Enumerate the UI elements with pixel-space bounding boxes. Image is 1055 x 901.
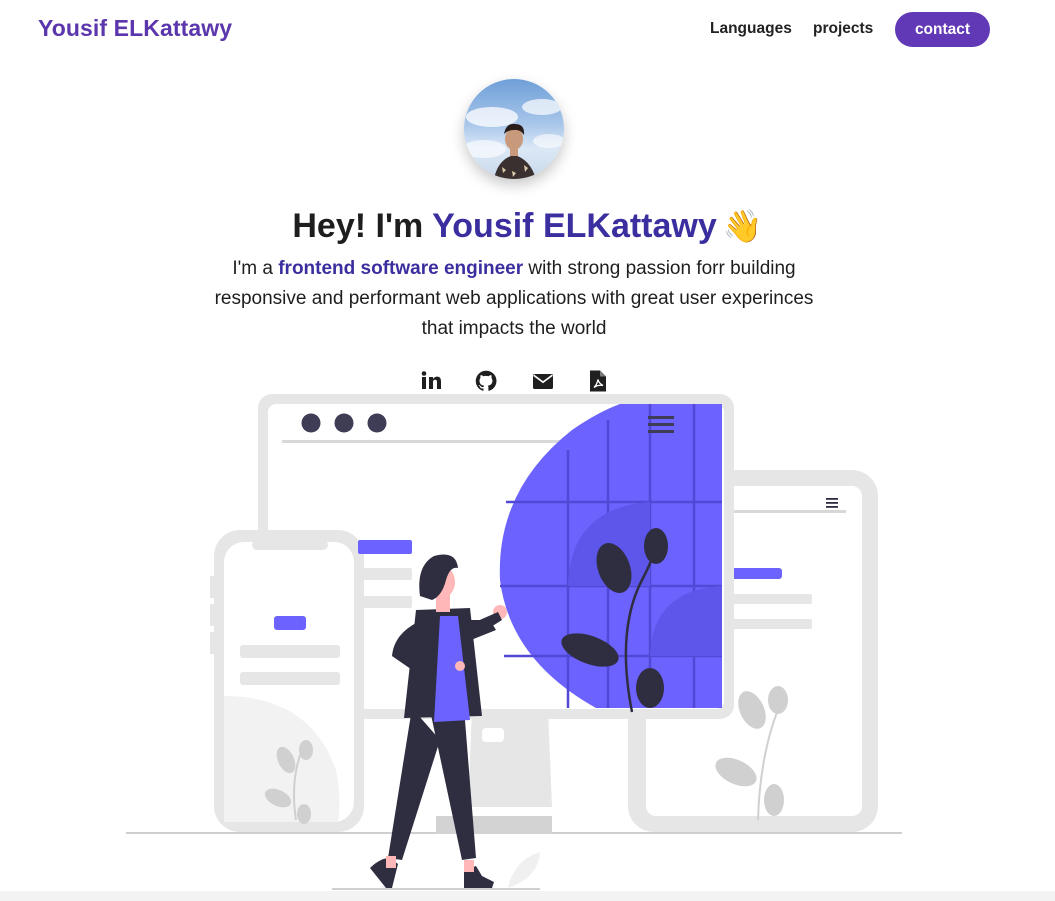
hero-illustration: [120, 390, 910, 895]
nav-link-languages[interactable]: Languages: [710, 20, 792, 38]
hero-title-prefix: Hey! I'm: [292, 207, 433, 245]
avatar: [464, 79, 564, 179]
contact-button[interactable]: contact: [895, 12, 990, 47]
brand-logo[interactable]: Yousif ELKattawy: [38, 15, 232, 42]
waving-hand-icon: 👋: [722, 208, 763, 244]
page-footer-strip: [0, 891, 1055, 901]
hero-desc-prefix: I'm a: [232, 258, 279, 279]
nav-link-projects[interactable]: projects: [813, 20, 873, 38]
hero-title-name: Yousif ELKattawy: [432, 207, 717, 245]
navbar: Yousif ELKattawy Languages projects cont…: [0, 0, 1055, 60]
avatar-photo: [464, 99, 564, 179]
hero-desc-highlight: frontend software engineer: [278, 258, 524, 279]
hero-description: I'm a frontend software engineer with st…: [212, 254, 816, 344]
hero-title: Hey! I'm Yousif ELKattawy 👋: [0, 207, 1055, 246]
